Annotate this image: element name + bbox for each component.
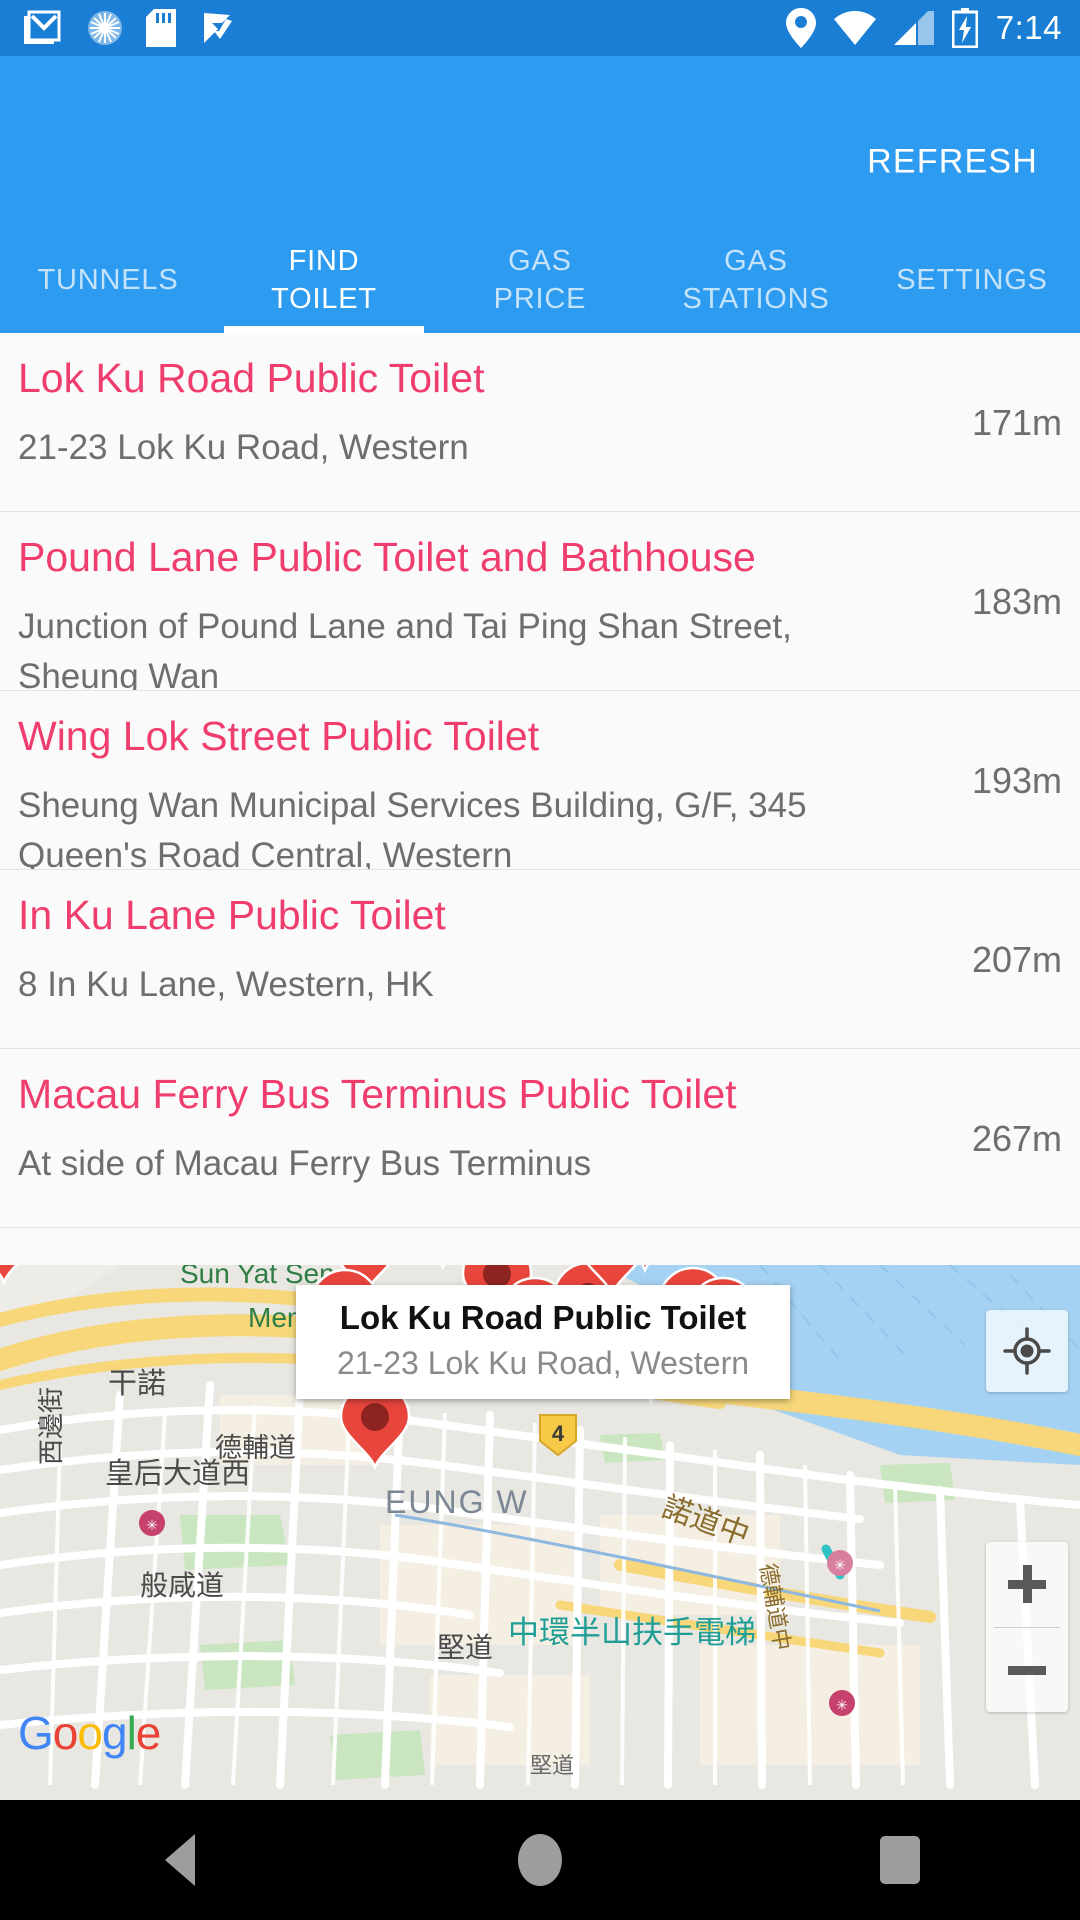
home-button[interactable] <box>450 1800 630 1920</box>
toilet-name: Macau Ferry Bus Terminus Public Toilet <box>18 1071 737 1117</box>
table-row[interactable]: Lok Ku Road Public Toilet 21-23 Lok Ku R… <box>0 333 1080 512</box>
gmail-icon <box>24 10 61 44</box>
home-icon <box>518 1834 562 1886</box>
recents-icon <box>880 1836 920 1884</box>
refresh-button[interactable]: REFRESH <box>853 133 1052 192</box>
table-row[interactable]: Pound Lane Public Toilet and Bathhouse J… <box>0 512 1080 691</box>
toilet-distance: 207m <box>971 938 1062 980</box>
back-button[interactable] <box>90 1800 270 1920</box>
recents-button[interactable] <box>810 1800 990 1920</box>
status-bar-system-icons: 7:14 <box>785 8 1062 48</box>
map-info-window[interactable]: Lok Ku Road Public Toilet 21-23 Lok Ku R… <box>296 1285 790 1399</box>
tab-find-toilet-label: FIND TOILET <box>271 245 377 315</box>
minus-icon <box>1008 1651 1046 1689</box>
wifi-icon <box>833 11 876 45</box>
table-row[interactable]: Wing Lok Street Public Toilet Sheung Wan… <box>0 691 1080 870</box>
tab-gas-stations-label: GAS STATIONS <box>682 245 830 315</box>
status-bar-notification-icons <box>24 9 236 47</box>
android-navigation-bar <box>0 1800 1080 1920</box>
tab-tunnels-label: TUNNELS <box>37 263 179 296</box>
zoom-in-button[interactable] <box>986 1542 1068 1627</box>
app-bar: REFRESH <box>0 56 1080 228</box>
info-window-title: Lok Ku Road Public Toilet <box>339 1299 747 1336</box>
toilet-distance: 183m <box>971 580 1062 622</box>
map-marker-icon[interactable] <box>0 1265 38 1286</box>
tab-find-toilet[interactable]: FIND TOILET <box>216 228 432 333</box>
zoom-out-button[interactable] <box>986 1628 1068 1713</box>
toilet-address: Junction of Pound Lane and Tai Ping Shan… <box>18 607 792 691</box>
table-row[interactable]: Macau Ferry Bus Terminus Public Toilet A… <box>0 1049 1080 1228</box>
tab-bar: TUNNELS FIND TOILET GAS PRICE GAS STATIO… <box>0 228 1080 333</box>
battery-charging-icon <box>951 8 978 48</box>
location-icon <box>785 8 816 48</box>
toilet-address: At side of Macau Ferry Bus Terminus <box>18 1144 592 1183</box>
tab-gas-price[interactable]: GAS PRICE <box>432 228 648 333</box>
toilet-name: Lok Ku Road Public Toilet <box>18 355 485 401</box>
toilet-name: In Ku Lane Public Toilet <box>18 892 446 938</box>
toilet-address: Sheung Wan Municipal Services Building, … <box>18 786 807 870</box>
app-screen: 7:14 REFRESH TUNNELS FIND TOILET GAS PRI… <box>0 0 1080 1920</box>
sd-card-icon <box>146 9 176 47</box>
plus-icon <box>1008 1565 1046 1604</box>
toilet-list[interactable]: Lok Ku Road Public Toilet 21-23 Lok Ku R… <box>0 333 1080 1265</box>
toilet-distance: 193m <box>971 759 1062 801</box>
my-location-button[interactable] <box>986 1310 1068 1392</box>
tab-tunnels[interactable]: TUNNELS <box>0 228 216 333</box>
status-bar: 7:14 <box>0 0 1080 56</box>
tab-gas-price-label: GAS PRICE <box>493 245 587 315</box>
tab-settings-label: SETTINGS <box>896 263 1048 296</box>
toilet-distance: 267m <box>971 1117 1062 1159</box>
table-row[interactable]: In Ku Lane Public Toilet 8 In Ku Lane, W… <box>0 870 1080 1049</box>
checkmark-icon <box>204 13 232 43</box>
status-bar-clock: 7:14 <box>995 9 1062 46</box>
toilet-name: Wing Lok Street Public Toilet <box>18 713 540 759</box>
back-icon <box>165 1834 195 1886</box>
my-location-icon <box>1003 1327 1051 1375</box>
toilet-address: 8 In Ku Lane, Western, HK <box>18 965 434 1004</box>
zoom-controls <box>986 1542 1068 1712</box>
toilet-address: 21-23 Lok Ku Road, Western <box>18 428 469 467</box>
tab-settings[interactable]: SETTINGS <box>864 228 1080 333</box>
info-window-subtitle: 21-23 Lok Ku Road, Western <box>336 1344 750 1381</box>
tab-gas-stations[interactable]: GAS STATIONS <box>648 228 864 333</box>
toilet-distance: 171m <box>971 401 1062 443</box>
google-attribution-logo: Google <box>18 1707 161 1759</box>
loading-circle-icon <box>88 11 122 45</box>
signal-icon <box>893 11 934 45</box>
toilet-name: Pound Lane Public Toilet and Bathhouse <box>18 534 756 580</box>
